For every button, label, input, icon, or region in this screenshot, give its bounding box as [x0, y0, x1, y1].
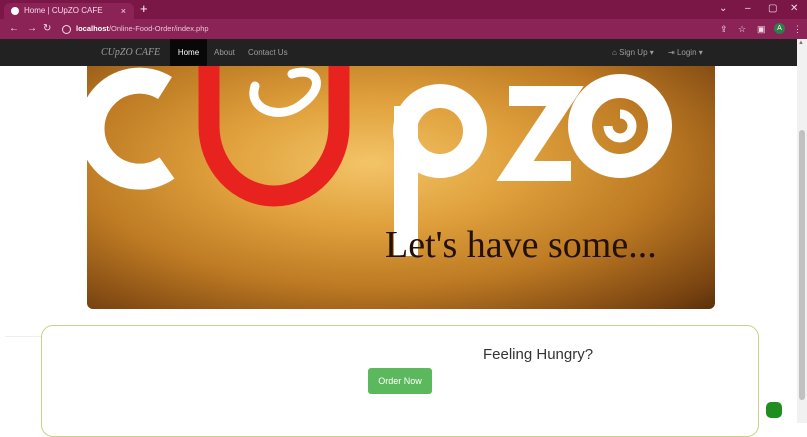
site-brand[interactable]: CUpZO CAFE [101, 39, 160, 66]
login-icon: ⇥ [668, 48, 677, 57]
chat-widget-button[interactable] [766, 402, 782, 418]
new-tab-button[interactable]: + [140, 2, 148, 16]
reload-button[interactable]: ↻ [43, 22, 51, 36]
nav-login[interactable]: ⇥ Login ▾ [668, 39, 703, 66]
caret-down-icon: ▾ [696, 48, 703, 57]
bookmark-star-icon[interactable]: ☆ [738, 22, 746, 36]
site-info-icon[interactable] [62, 25, 71, 34]
browser-menu-icon[interactable]: ⋮ [793, 22, 802, 36]
promo-title: Feeling Hungry? [483, 346, 594, 363]
scrollbar-thumb[interactable] [799, 130, 805, 400]
signup-label: Sign Up [619, 48, 648, 57]
nav-contact[interactable]: Contact Us [248, 39, 288, 66]
extensions-icon[interactable]: ▣ [757, 22, 766, 36]
hero-tagline: Let's have some... [385, 224, 657, 266]
address-bar[interactable]: localhost/Online-Food-Order/index.php [58, 22, 748, 36]
nav-signup[interactable]: ⌂ Sign Up ▾ [612, 39, 654, 66]
tab-close-icon[interactable]: × [121, 3, 126, 19]
nav-home[interactable]: Home [170, 39, 207, 66]
hero-banner: Let's have some... [87, 66, 715, 309]
minimize-button[interactable]: – [745, 2, 751, 16]
share-icon[interactable]: ⇪ [720, 22, 728, 36]
browser-toolbar: ← → ↻ localhost/Online-Food-Order/index.… [0, 19, 807, 39]
tab-title: Home | CUpZO CAFE [24, 6, 103, 15]
scroll-up-arrow-icon[interactable]: ▲ [798, 40, 804, 46]
cupzo-logo [87, 66, 672, 256]
site-navbar: CUpZO CAFE Home About Contact Us ⌂ Sign … [0, 39, 797, 66]
browser-tab-bar: Home | CUpZO CAFE × + ⌄ – ▢ ✕ [0, 0, 807, 19]
user-icon: ⌂ [612, 48, 620, 57]
tab-search-icon[interactable]: ⌄ [719, 2, 727, 16]
favicon-icon [11, 7, 19, 15]
login-label: Login [676, 48, 697, 57]
maximize-button[interactable]: ▢ [768, 2, 777, 16]
order-now-button[interactable]: Order Now [368, 368, 432, 394]
profile-avatar[interactable]: A [774, 23, 785, 34]
back-button[interactable]: ← [9, 22, 19, 36]
url-text: localhost/Online-Food-Order/index.php [76, 24, 209, 33]
close-window-button[interactable]: ✕ [790, 2, 798, 16]
forward-button[interactable]: → [27, 22, 37, 36]
browser-tab[interactable]: Home | CUpZO CAFE × [4, 3, 134, 19]
caret-down-icon: ▾ [647, 48, 654, 57]
nav-about[interactable]: About [214, 39, 235, 66]
